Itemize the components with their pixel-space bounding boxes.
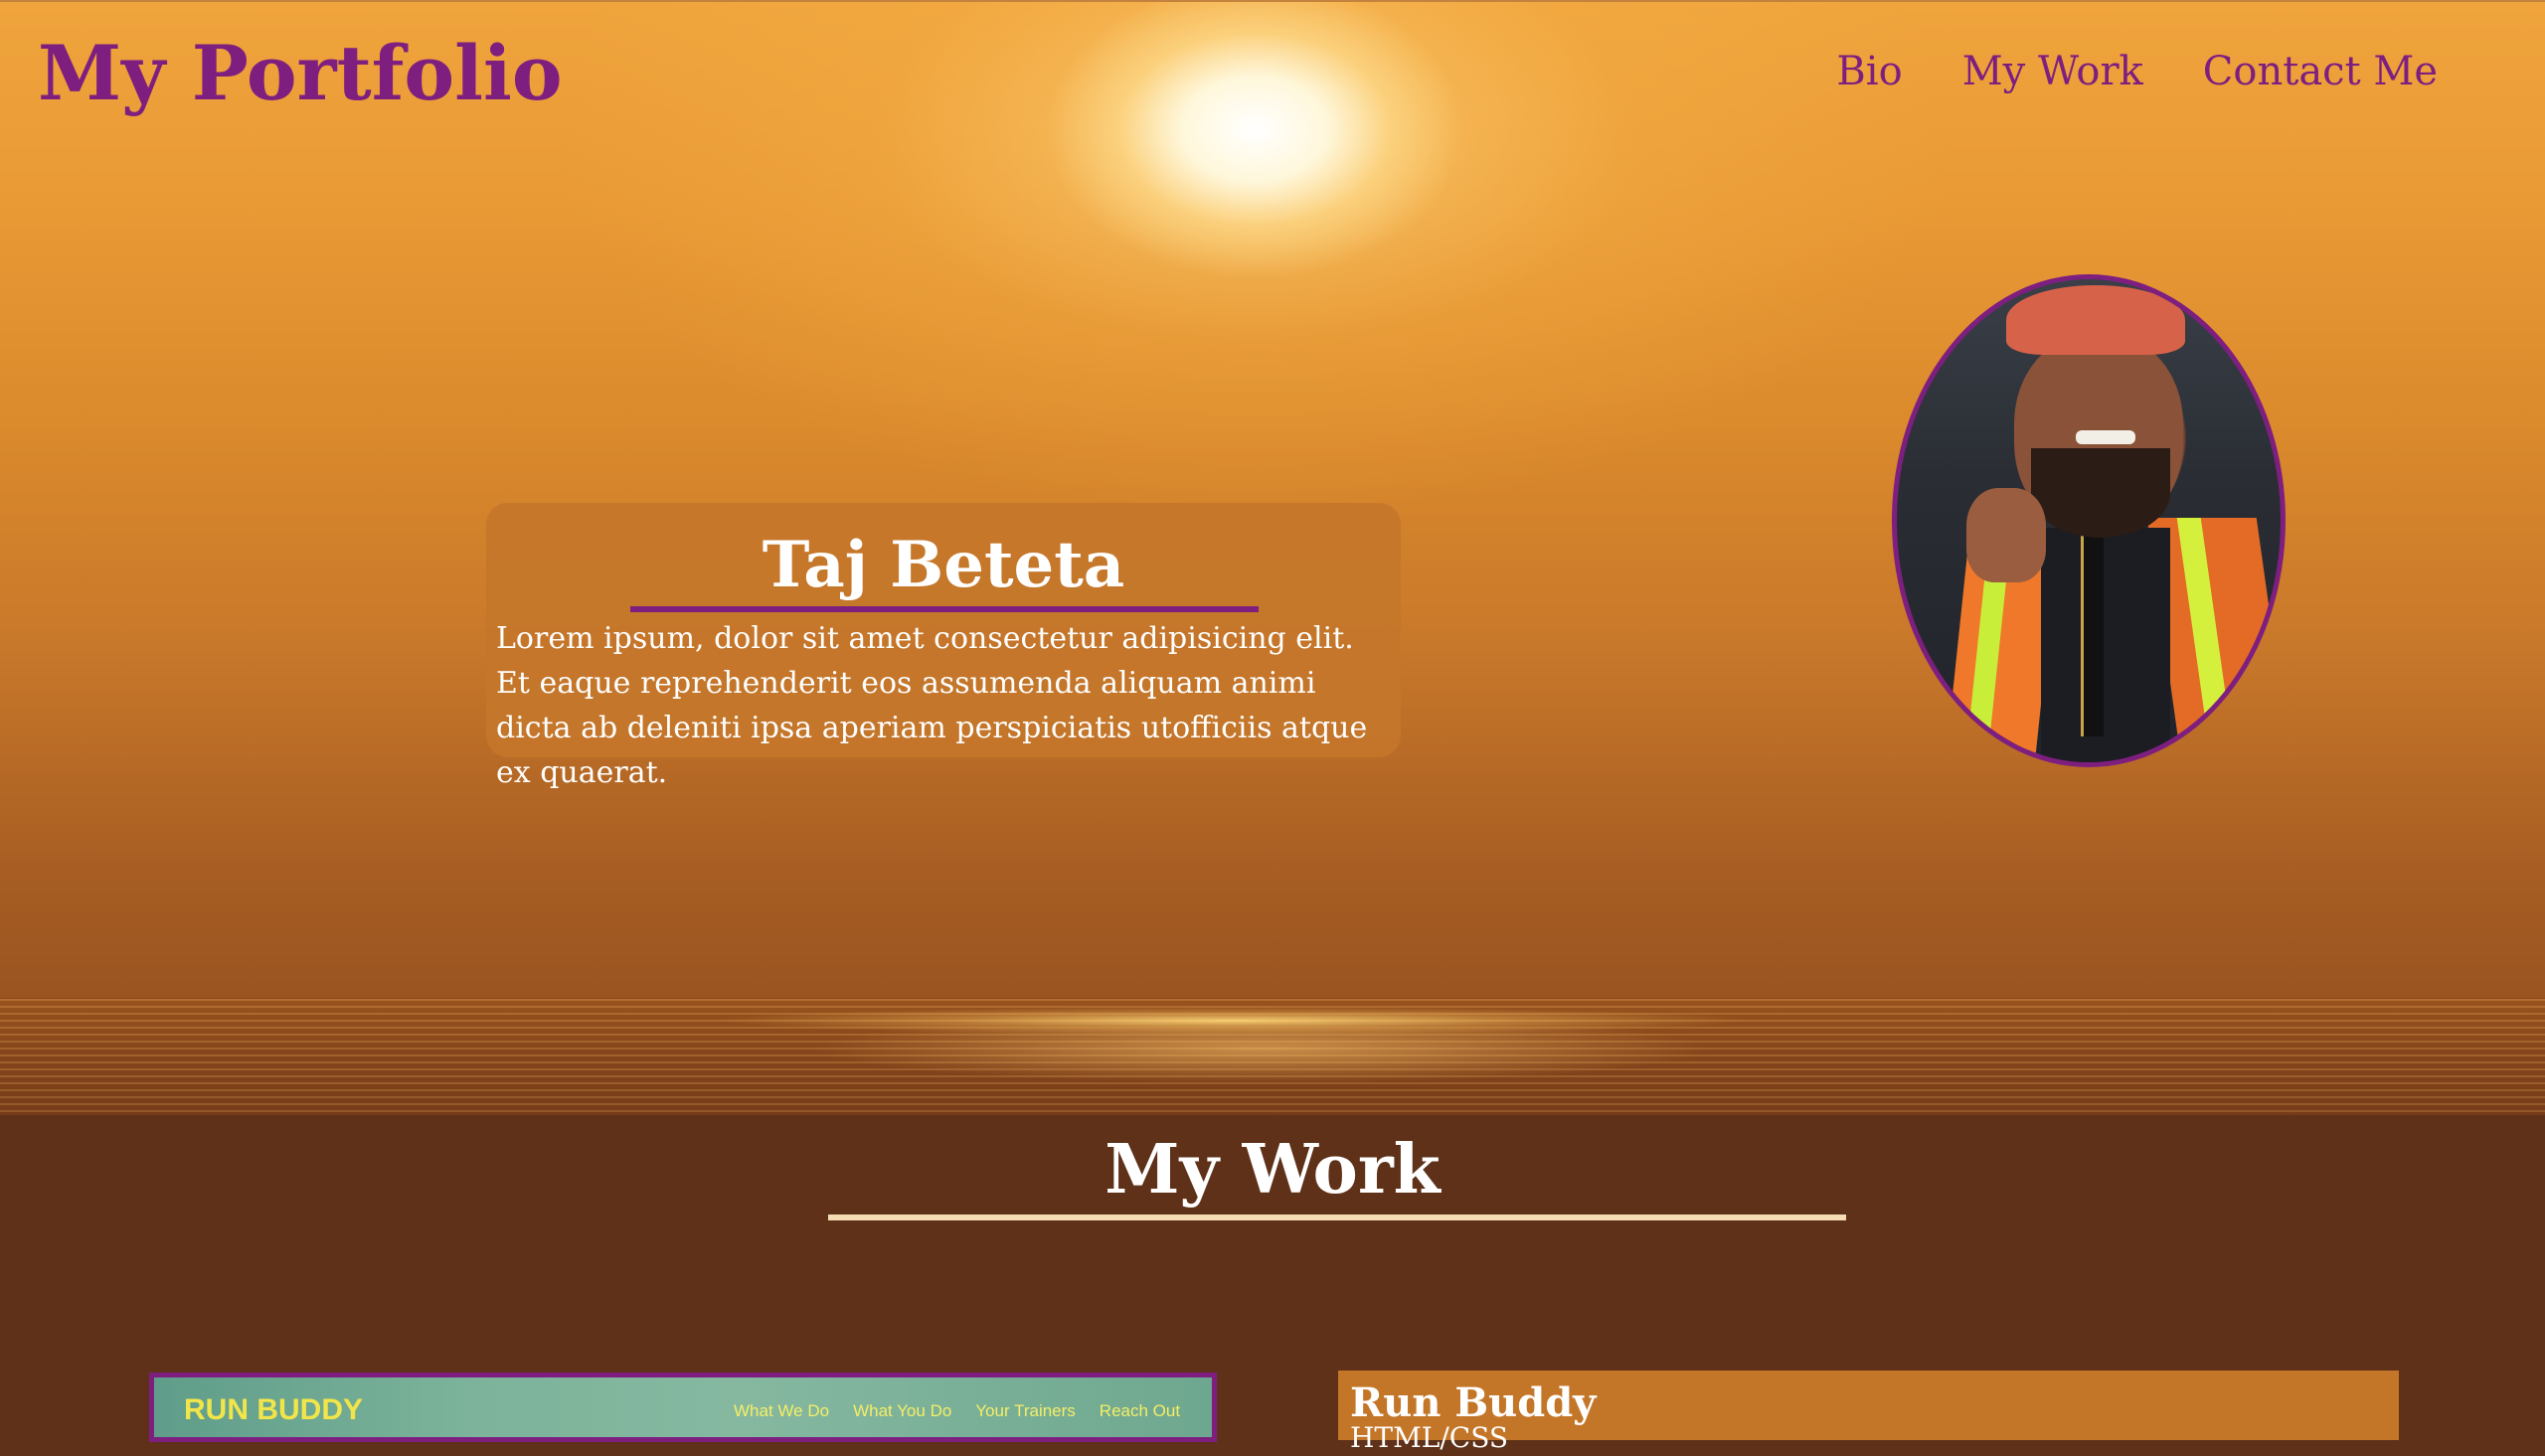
bio-card: Taj Beteta Lorem ipsum, dolor sit amet c…	[486, 503, 1401, 790]
profile-photo	[1892, 274, 2286, 767]
avatar-beard	[2031, 448, 2170, 538]
hero-section: My Portfolio Bio My Work Contact Me Taj …	[0, 0, 2545, 1115]
thumb-brand: RUN BUDDY	[184, 1393, 363, 1426]
thumb-nav-item: What We Do	[734, 1401, 830, 1420]
thumb-nav: What We Do What You Do Your Trainers Rea…	[734, 1401, 1180, 1421]
bio-text: Lorem ipsum, dolor sit amet consectetur …	[496, 621, 1368, 790]
main-nav: Bio My Work Contact Me	[1836, 44, 2438, 99]
sea-background	[0, 999, 2545, 1115]
thumb-nav-item: Your Trainers	[975, 1401, 1076, 1420]
site-title[interactable]: My Portfolio	[38, 28, 563, 119]
thumb-nav-item: Reach Out	[1099, 1401, 1181, 1420]
work-section-title: My Work	[1104, 1130, 1441, 1210]
nav-link-my-work[interactable]: My Work	[1962, 44, 2143, 99]
sun-reflection	[815, 1029, 1710, 1098]
project-thumbnail-run-buddy[interactable]: RUN BUDDY What We Do What You Do Your Tr…	[149, 1373, 1217, 1442]
avatar-hand	[1966, 488, 2046, 582]
work-title-underline	[828, 1214, 1846, 1220]
bio-name-underline	[630, 606, 1259, 612]
thumb-nav-item: What You Do	[853, 1401, 952, 1420]
project-tech: HTML/CSS	[1350, 1421, 1509, 1454]
top-edge-line	[0, 0, 2545, 2]
project-info-run-buddy: Run Buddy HTML/CSS	[1338, 1371, 2399, 1454]
avatar-lanyard	[2081, 518, 2104, 736]
nav-link-bio[interactable]: Bio	[1836, 44, 1902, 99]
avatar-cap	[2006, 285, 2185, 355]
avatar-shirt	[2041, 528, 2170, 762]
avatar-smile	[2076, 430, 2135, 444]
bio-name: Taj Beteta	[762, 528, 1125, 602]
nav-link-contact-me[interactable]: Contact Me	[2203, 44, 2438, 99]
